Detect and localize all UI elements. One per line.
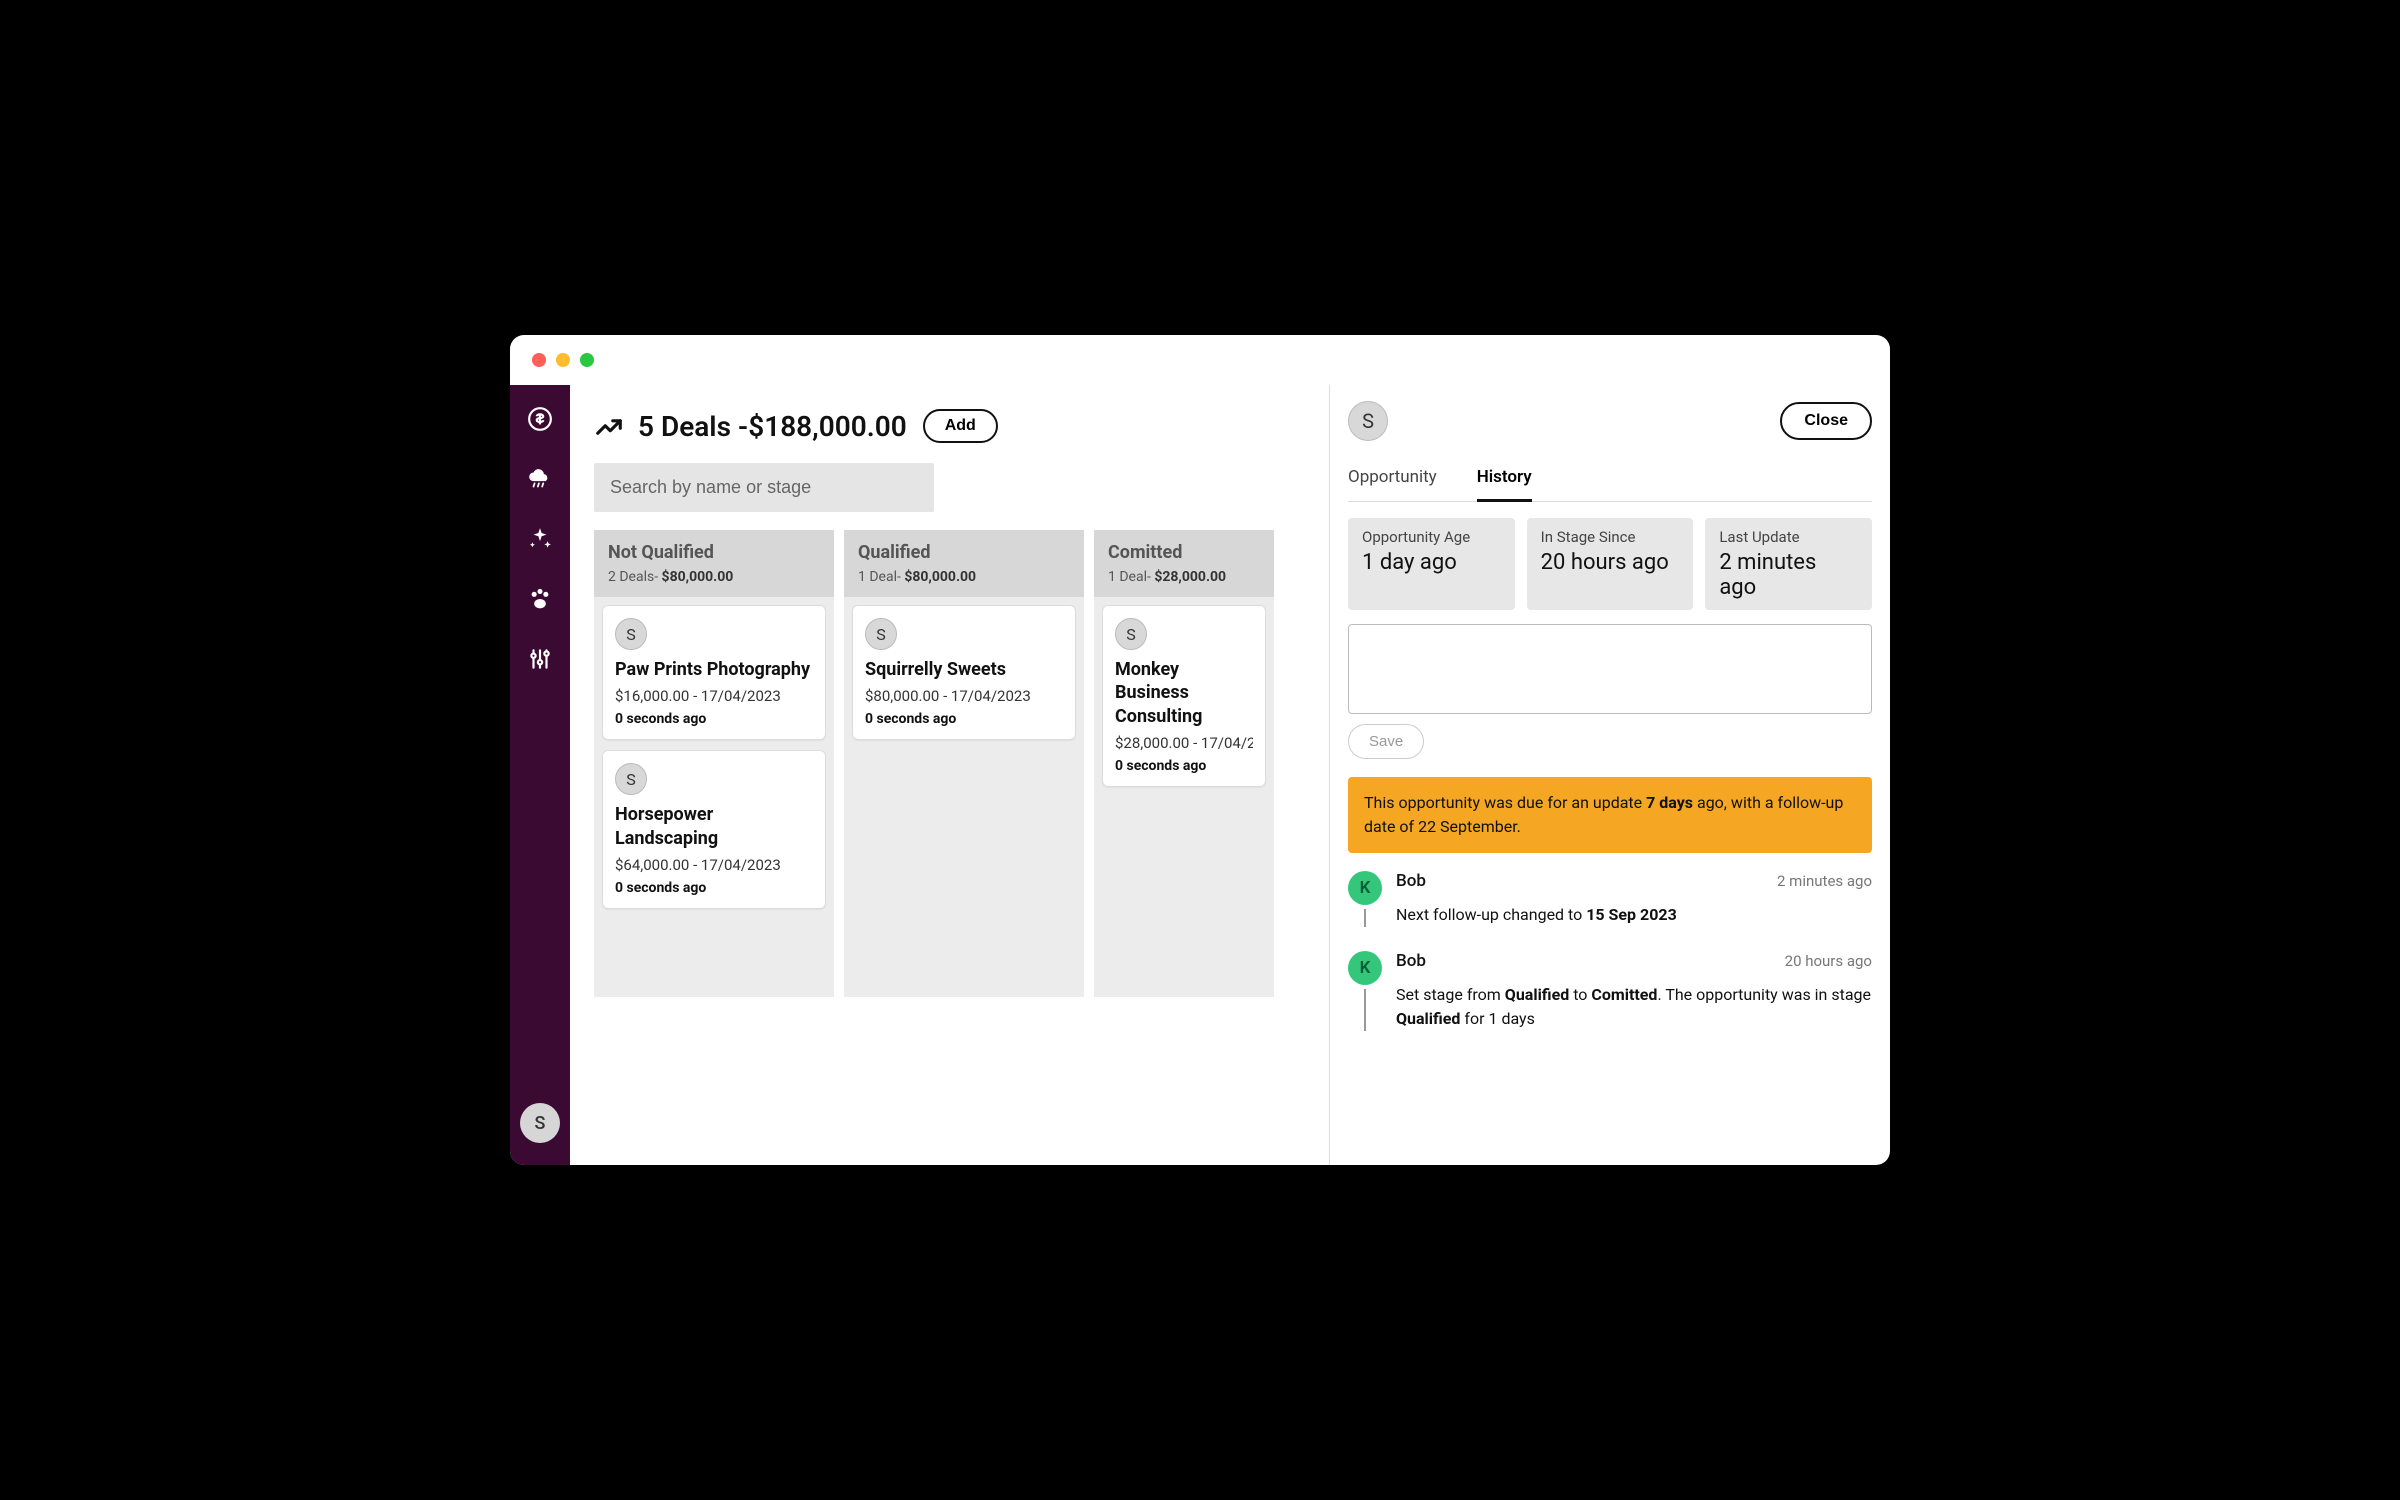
search-input[interactable]	[594, 463, 934, 512]
timeline-text: Next follow-up changed to 15 Sep 2023	[1396, 903, 1872, 927]
deal-updated-ago: 0 seconds ago	[1115, 758, 1253, 774]
deal-card[interactable]: S Horsepower Landscaping $64,000.00 - 17…	[602, 750, 826, 909]
deal-meta: $80,000.00 - 17/04/2023	[865, 687, 1063, 705]
deal-name: Monkey Business Consulting	[1115, 658, 1253, 728]
deal-card[interactable]: S Squirrelly Sweets $80,000.00 - 17/04/2…	[852, 605, 1076, 740]
deal-meta: $28,000.00 - 17/04/2023	[1115, 734, 1253, 752]
window-minimize-icon[interactable]	[556, 353, 570, 367]
save-button[interactable]: Save	[1348, 724, 1424, 759]
window-close-icon[interactable]	[532, 353, 546, 367]
column-not-qualified: Not Qualified 2 Deals- $80,000.00 S Paw …	[594, 530, 834, 997]
column-subtitle: 1 Deal- $80,000.00	[858, 569, 1070, 585]
deal-meta: $16,000.00 - 17/04/2023	[615, 687, 813, 705]
add-deal-button[interactable]: Add	[923, 409, 998, 443]
timeline-connector	[1364, 989, 1366, 1031]
timeline-connector	[1364, 909, 1366, 927]
window-maximize-icon[interactable]	[580, 353, 594, 367]
kanban-columns: Not Qualified 2 Deals- $80,000.00 S Paw …	[594, 530, 1329, 997]
column-subtitle: 1 Deal- $28,000.00	[1108, 569, 1260, 585]
trending-up-icon	[594, 412, 622, 440]
timeline-item: K Bob 20 hours ago Set stage from Qualif…	[1348, 951, 1872, 1031]
deal-card[interactable]: S Paw Prints Photography $16,000.00 - 17…	[602, 605, 826, 740]
column-qualified: Qualified 1 Deal- $80,000.00 S Squirrell…	[844, 530, 1084, 997]
timeline-avatar: K	[1348, 951, 1382, 985]
deal-updated-ago: 0 seconds ago	[615, 711, 813, 727]
deal-name: Paw Prints Photography	[615, 658, 813, 681]
close-button[interactable]: Close	[1780, 402, 1872, 440]
tab-opportunity[interactable]: Opportunity	[1348, 459, 1437, 502]
history-timeline: K Bob 2 minutes ago Next follow-up chang…	[1348, 871, 1872, 1031]
timeline-avatar: K	[1348, 871, 1382, 905]
detail-panel: S Close Opportunity History Opportunity …	[1330, 385, 1890, 1165]
timeline-item: K Bob 2 minutes ago Next follow-up chang…	[1348, 871, 1872, 927]
column-title: Comitted	[1108, 542, 1260, 563]
deal-avatar: S	[615, 618, 647, 650]
stat-in-stage-since: In Stage Since 20 hours ago	[1527, 518, 1694, 610]
sliders-icon[interactable]	[526, 645, 554, 673]
deal-avatar: S	[1115, 618, 1147, 650]
panel-avatar: S	[1348, 401, 1388, 441]
deal-meta: $64,000.00 - 17/04/2023	[615, 856, 813, 874]
weather-icon[interactable]	[526, 465, 554, 493]
deal-updated-ago: 0 seconds ago	[615, 880, 813, 896]
left-nav: S	[510, 385, 570, 1165]
deal-updated-ago: 0 seconds ago	[865, 711, 1063, 727]
timeline-time: 20 hours ago	[1785, 952, 1872, 970]
column-title: Not Qualified	[608, 542, 820, 563]
timeline-text: Set stage from Qualified to Comitted. Th…	[1396, 983, 1872, 1031]
app-window: S 5 Deals -$188,000.00 Add Not Qualified	[510, 335, 1890, 1165]
deals-board: 5 Deals -$188,000.00 Add Not Qualified 2…	[570, 385, 1330, 1165]
current-user-avatar[interactable]: S	[520, 1103, 560, 1143]
timeline-author: Bob	[1396, 951, 1426, 971]
deal-avatar: S	[615, 763, 647, 795]
deal-name: Squirrelly Sweets	[865, 658, 1063, 681]
panel-tabs: Opportunity History	[1348, 459, 1872, 502]
dollar-icon[interactable]	[526, 405, 554, 433]
board-title: 5 Deals -$188,000.00	[638, 410, 907, 443]
column-title: Qualified	[858, 542, 1070, 563]
sparkles-icon[interactable]	[526, 525, 554, 553]
deal-name: Horsepower Landscaping	[615, 803, 813, 850]
overdue-warning: This opportunity was due for an update 7…	[1348, 777, 1872, 853]
deal-card[interactable]: S Monkey Business Consulting $28,000.00 …	[1102, 605, 1266, 787]
paw-icon[interactable]	[526, 585, 554, 613]
deal-avatar: S	[865, 618, 897, 650]
title-bar	[510, 335, 1890, 385]
column-comitted: Comitted 1 Deal- $28,000.00 S Monkey Bus…	[1094, 530, 1274, 997]
timeline-time: 2 minutes ago	[1777, 872, 1872, 890]
history-note-input[interactable]	[1348, 624, 1872, 714]
stat-last-update: Last Update 2 minutes ago	[1705, 518, 1872, 610]
tab-history[interactable]: History	[1477, 459, 1532, 502]
stat-opportunity-age: Opportunity Age 1 day ago	[1348, 518, 1515, 610]
column-subtitle: 2 Deals- $80,000.00	[608, 569, 820, 585]
timeline-author: Bob	[1396, 871, 1426, 891]
